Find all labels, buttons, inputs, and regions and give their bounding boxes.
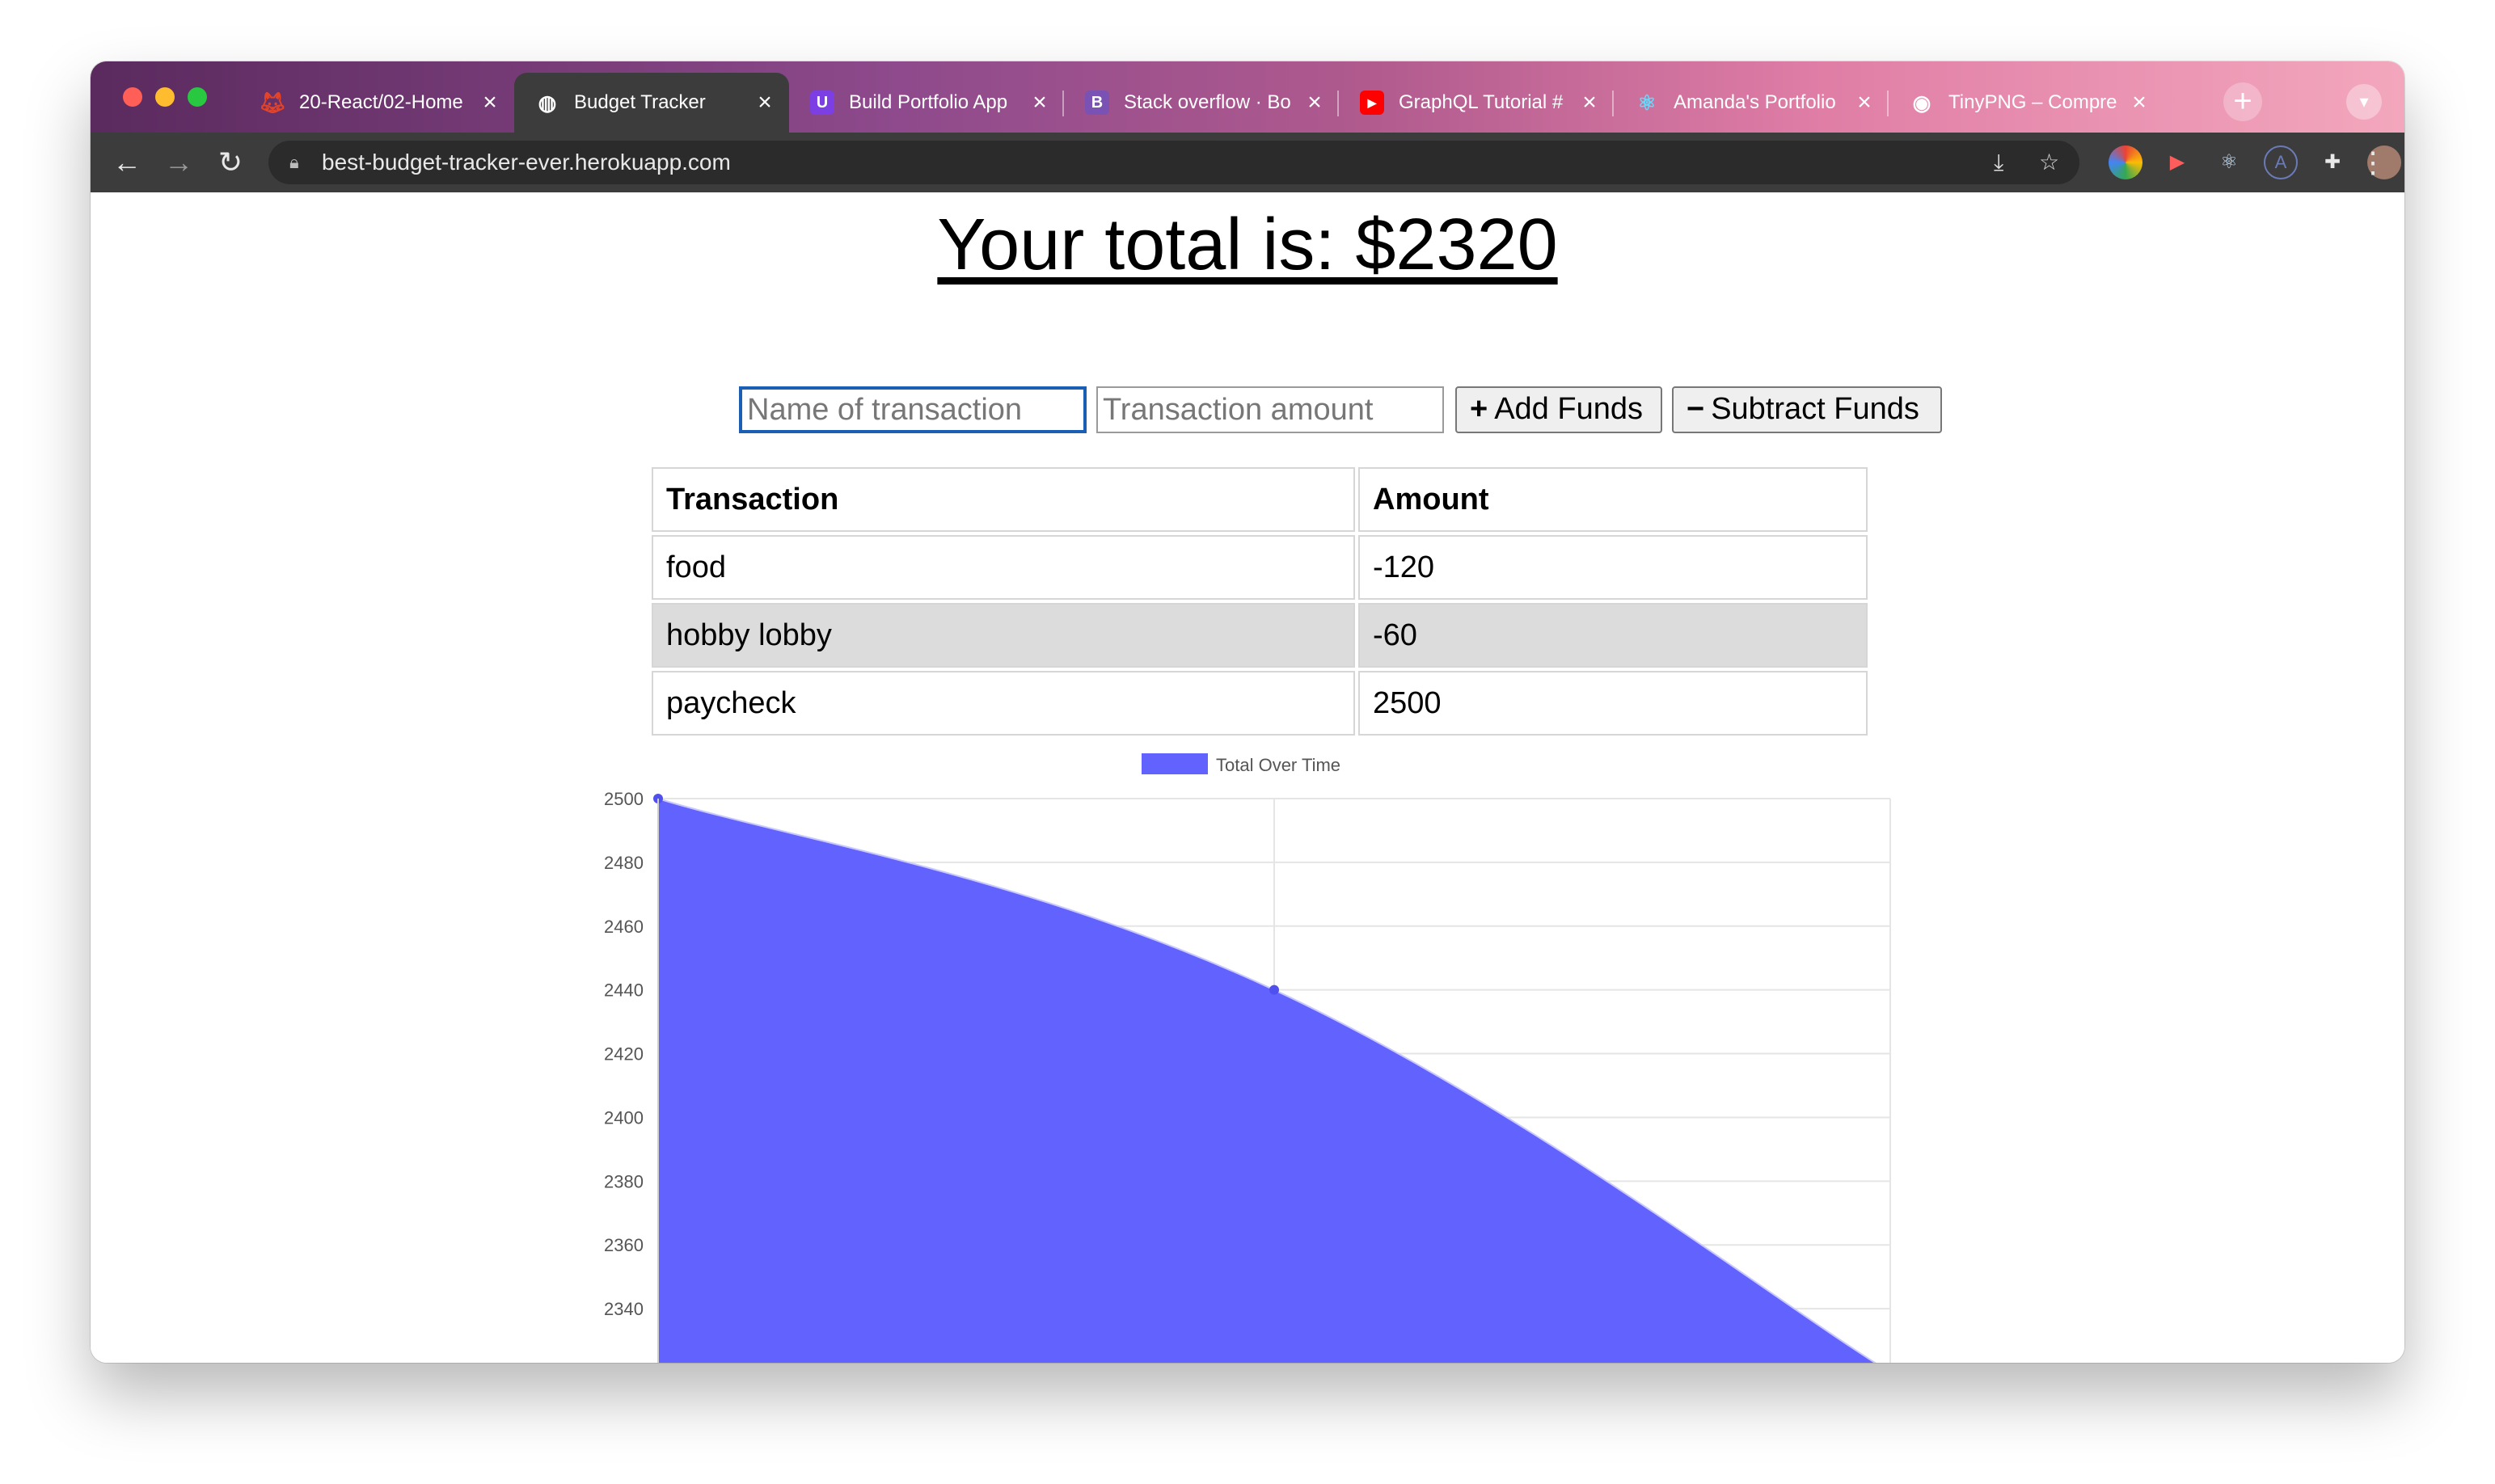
tab-close-icon[interactable]: × [2128,91,2151,115]
y-tick-label: 2480 [604,853,644,873]
bootstrap-icon: B [1085,91,1109,115]
tabs: 🦊︎ 20-React/02-Home × ◍ Budget Tracker × U Buil… [239,73,2164,133]
tab-1[interactable]: 🦊︎ 20-React/02-Home × [239,73,514,133]
legend-label: Total Over Time [1216,755,1340,775]
u-icon: U [810,91,834,115]
tab-label: GraphQL Tutorial # [1399,91,1564,113]
y-tick-label: 2420 [604,1044,644,1065]
address-bar[interactable]: 🔒︎ best-budget-tracker-ever.herokuapp.co… [268,141,2079,184]
maximize-window-button[interactable] [188,87,207,107]
bookmark-star-icon[interactable]: ☆ [2039,141,2059,184]
tab-label: Stack overflow · Bo [1124,91,1291,113]
tab-label: TinyPNG – Compre [1948,91,2117,113]
forward-icon[interactable]: → [158,142,199,183]
install-icon[interactable]: ⤓ [1994,141,2003,184]
tab-7[interactable]: ◉ TinyPNG – Compre × [1889,73,2164,133]
browser-menu-icon[interactable]: ⋮ [2353,142,2393,183]
tab-close-icon[interactable]: × [1853,91,1876,115]
y-tick-label: 2460 [604,917,644,937]
tab-4[interactable]: B Stack overflow · Bo × [1064,73,1339,133]
panda-icon: ◉ [1912,90,1931,115]
browser-window: 🦊︎ 20-React/02-Home × ◍ Budget Tracker × U Buil… [91,61,2404,1363]
y-tick-label: 2340 [604,1299,644,1319]
y-tick-label: 2400 [604,1107,644,1128]
y-tick-label: 2500 [604,789,644,809]
tab-strip: 🦊︎ 20-React/02-Home × ◍ Budget Tracker × U Buil… [91,61,2404,133]
color-extension-icon[interactable] [2109,145,2142,179]
y-tick-label: 2380 [604,1171,644,1191]
back-icon[interactable]: ← [107,142,147,183]
data-point [1269,984,1279,995]
close-window-button[interactable] [123,87,142,107]
react-icon: ⚛ [1637,90,1657,115]
tab-label: 20-React/02-Home [299,91,463,113]
tab-close-icon[interactable]: × [1028,91,1051,115]
new-tab-button[interactable]: + [2223,82,2262,121]
total-over-time-chart: 2320234023602380240024202440246024802500… [604,753,1891,1363]
reload-icon[interactable]: ↻ [210,142,251,183]
page-content: Your total is: $2320 +Add Funds −Subtrac… [91,192,2404,1363]
tab-3[interactable]: U Build Portfolio App × [789,73,1064,133]
tab-close-icon[interactable]: × [1578,91,1601,115]
record-extension-icon[interactable]: ▶ [2160,145,2194,179]
tab-2[interactable]: ◍ Budget Tracker × [514,73,789,133]
tab-close-icon[interactable]: × [479,91,501,115]
lock-icon: 🔒︎ [289,152,299,172]
tab-6[interactable]: ⚛ Amanda's Portfolio × [1614,73,1889,133]
y-tick-label: 2360 [604,1235,644,1255]
window-controls [123,87,207,107]
react-devtools-icon[interactable]: ⚛ [2212,145,2246,179]
tab-label: Amanda's Portfolio [1674,91,1836,113]
minimize-window-button[interactable] [155,87,175,107]
youtube-icon: ▶ [1360,91,1384,115]
gitlab-icon: 🦊︎ [259,90,286,115]
y-tick-label: 2440 [604,980,644,1001]
tab-5[interactable]: ▶ GraphQL Tutorial # × [1339,73,1614,133]
tab-label: Build Portfolio App [849,91,1008,113]
a-extension-icon[interactable]: A [2264,145,2298,179]
tab-label: Budget Tracker [574,91,706,113]
globe-icon: ◍ [538,90,557,115]
tab-close-icon[interactable]: × [1303,91,1326,115]
tab-close-icon[interactable]: × [754,91,776,115]
url-text: best-budget-tracker-ever.herokuapp.com [322,150,731,175]
legend-swatch [1142,753,1208,774]
extensions-puzzle-icon[interactable]: ✚ [2316,145,2349,179]
browser-toolbar: ← → ↻ 🔒︎ best-budget-tracker-ever.heroku… [91,133,2404,192]
tab-search-icon[interactable]: ▾ [2346,84,2382,120]
